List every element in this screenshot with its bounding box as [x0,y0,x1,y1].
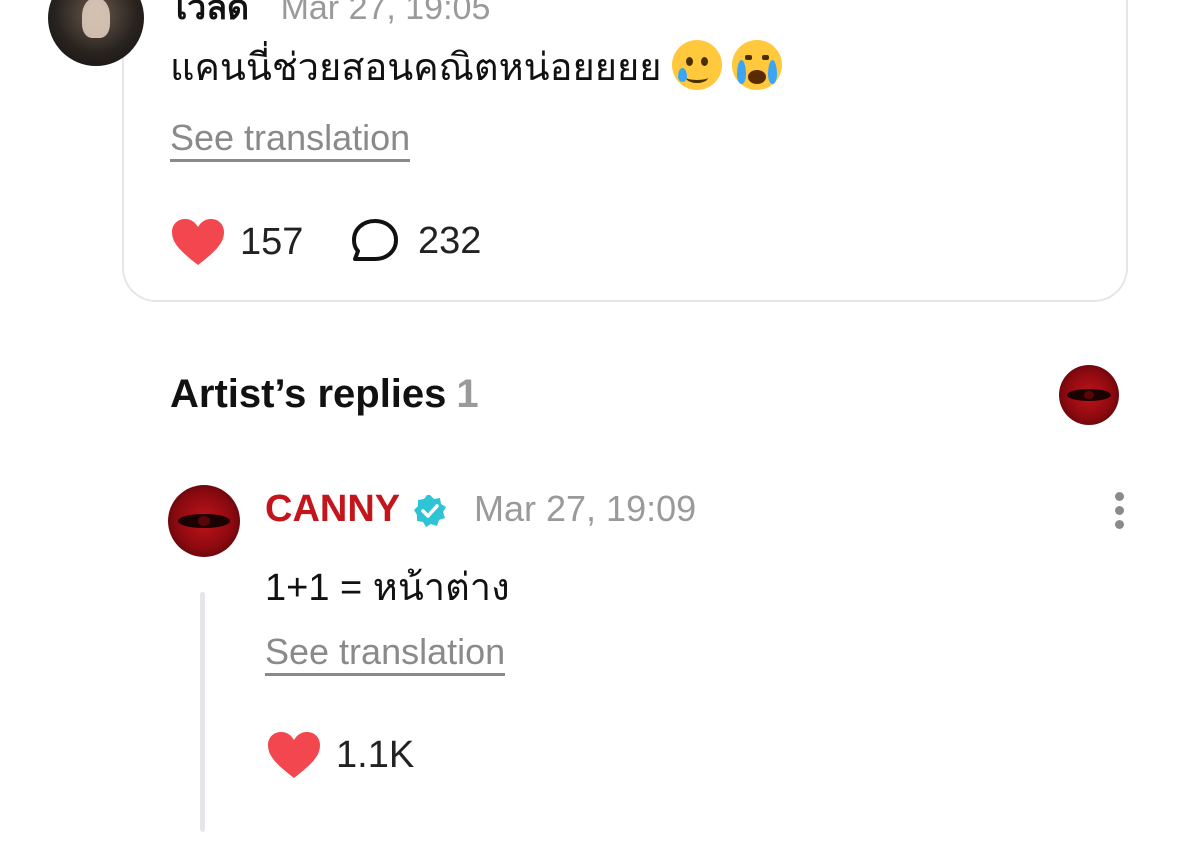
reply-time: Mar 27, 19:09 [474,488,697,529]
reply-text: 1+1 = หน้าต่าง [265,567,510,609]
reply-author-name[interactable]: CANNY [265,488,400,531]
reply-see-translation-link[interactable]: See translation [265,632,506,676]
post-more-options-icon[interactable] [1052,0,1066,14]
verified-badge-icon [414,495,446,527]
post-text: แคนนี่ช่วยสอนคณิตหน่อยยยย [170,40,782,94]
reply-more-options-icon[interactable] [1112,492,1126,534]
heart-icon [172,219,224,265]
post-like-count: 157 [240,220,304,263]
post-text-content: แคนนี่ช่วยสอนคณิตหน่อยยยย [170,47,662,89]
post-see-translation-link[interactable]: See translation [170,118,411,162]
smiling-face-with-tear-emoji [671,40,722,90]
heart-icon [268,732,320,778]
post-header: ไวลด์ Mar 27, 19:05 [170,0,490,34]
thread-line [200,592,205,832]
reply-like-count: 1.1K [336,733,415,776]
post-author-name[interactable]: ไวลด์ [170,0,249,27]
page: ไวลด์ Mar 27, 19:05 แคนนี่ช่วยสอนคณิตหน่… [0,0,1179,846]
artist-avatar-small[interactable] [1059,365,1119,425]
avatar-figure [82,0,110,38]
post-comment-count: 232 [418,219,482,262]
post-time: Mar 27, 19:05 [280,0,491,27]
artist-replies-count: 1 [456,372,479,416]
comment-bubble-icon [352,219,398,261]
reply-like-button[interactable]: 1.1K [266,730,414,780]
post-comment-button[interactable]: 232 [350,217,481,265]
reply-author-avatar[interactable] [168,485,240,557]
artist-replies-title: Artist’s replies 1 [170,372,479,417]
post-like-button[interactable]: 157 [170,217,303,267]
loudly-crying-face-emoji [731,40,782,90]
artist-replies-label: Artist’s replies [170,372,447,416]
